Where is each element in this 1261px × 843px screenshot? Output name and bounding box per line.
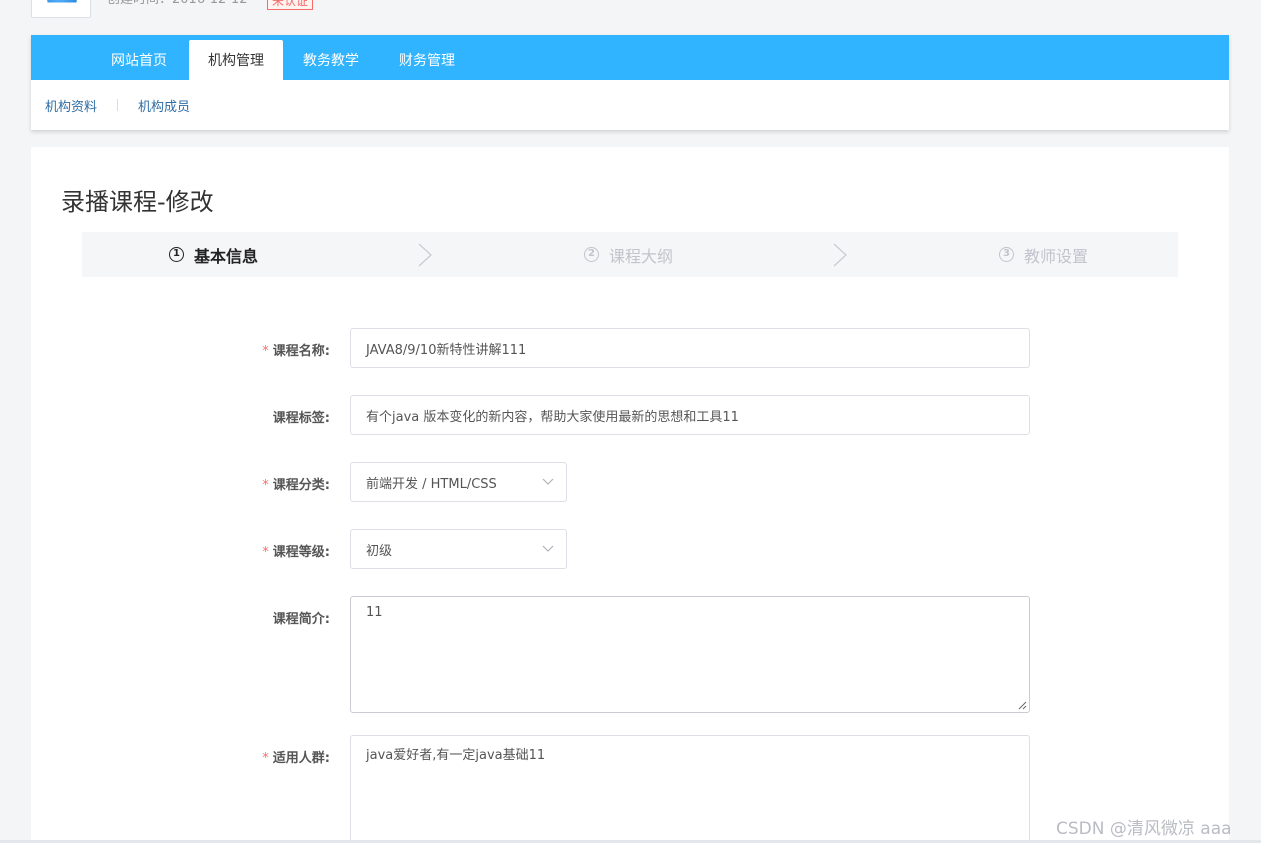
course-intro-label: 课程简介: bbox=[272, 612, 330, 627]
course-name-input[interactable]: JAVA8/9/10新特性讲解111 bbox=[350, 328, 1030, 368]
target-audience-label: * 适用人群: bbox=[31, 747, 330, 766]
label-text: 课程分类: bbox=[272, 478, 330, 493]
sub-nav-divider bbox=[117, 99, 119, 111]
step-teacher-settings[interactable]: 3 教师设置 bbox=[999, 232, 1088, 277]
sub-nav: 机构资料 机构成员 bbox=[31, 80, 1229, 130]
step-label: 课程大纲 bbox=[609, 246, 674, 266]
required-mark: * bbox=[262, 478, 269, 493]
required-mark: * bbox=[262, 344, 269, 359]
step-basic-info[interactable]: 1 基本信息 bbox=[169, 232, 258, 277]
chevron-right-icon bbox=[418, 243, 432, 267]
watermark: CSDN @清风微凉 aaa bbox=[1056, 819, 1232, 839]
nav-card: 网站首页 机构管理 教务教学 财务管理 机构资料 机构成员 bbox=[31, 35, 1229, 130]
tab-teaching[interactable]: 教务教学 bbox=[283, 40, 379, 80]
tab-org-management[interactable]: 机构管理 bbox=[189, 40, 283, 80]
chevron-down-icon bbox=[542, 545, 554, 552]
required-mark: * bbox=[262, 545, 269, 560]
main-panel: 录播课程-修改 1 基本信息 2 课程大纲 3 教师设置 * 课程名称: JAVA… bbox=[31, 147, 1229, 843]
course-intro-textarea[interactable]: 11 bbox=[350, 596, 1030, 713]
status-badge: 未认证 bbox=[267, 0, 314, 10]
step-number: 2 bbox=[584, 247, 599, 262]
step-number: 1 bbox=[169, 247, 184, 262]
org-logo-icon bbox=[47, 0, 77, 3]
course-category-label: * 课程分类: bbox=[31, 474, 330, 493]
main-nav: 网站首页 机构管理 教务教学 财务管理 bbox=[31, 35, 1229, 80]
created-time: 创建时间：2016-12-12 bbox=[107, 0, 248, 8]
textarea-value: 11 bbox=[366, 605, 383, 620]
target-audience-textarea[interactable]: java爱好者,有一定java基础11 bbox=[350, 735, 1030, 843]
resize-handle-icon[interactable] bbox=[1018, 701, 1027, 710]
selected-value: 前端开发 / HTML/CSS bbox=[366, 476, 497, 492]
page-title: 录播课程-修改 bbox=[61, 188, 214, 216]
step-indicator: 1 基本信息 2 课程大纲 3 教师设置 bbox=[82, 232, 1178, 277]
step-outline[interactable]: 2 课程大纲 bbox=[584, 232, 673, 277]
course-level-label: * 课程等级: bbox=[31, 541, 330, 560]
sub-nav-org-members[interactable]: 机构成员 bbox=[138, 96, 190, 115]
course-level-select[interactable]: 初级 bbox=[350, 529, 567, 569]
org-avatar bbox=[31, 0, 91, 18]
step-label: 基本信息 bbox=[194, 246, 259, 266]
course-tags-input[interactable]: 有个java 版本变化的新内容，帮助大家使用最新的思想和工具11 bbox=[350, 395, 1030, 435]
course-tags-label: 课程标签: bbox=[272, 411, 330, 426]
chevron-down-icon bbox=[542, 478, 554, 485]
sub-nav-org-profile[interactable]: 机构资料 bbox=[45, 96, 97, 115]
selected-value: 初级 bbox=[366, 543, 393, 559]
tab-finance[interactable]: 财务管理 bbox=[379, 40, 475, 80]
chevron-right-icon bbox=[833, 243, 847, 267]
course-category-select[interactable]: 前端开发 / HTML/CSS bbox=[350, 462, 567, 502]
step-label: 教师设置 bbox=[1024, 246, 1089, 266]
label-text: 课程名称: bbox=[272, 344, 330, 359]
label-text: 适用人群: bbox=[272, 751, 330, 766]
step-number: 3 bbox=[999, 247, 1014, 262]
label-text: 课程等级: bbox=[272, 545, 330, 560]
textarea-value: java爱好者,有一定java基础11 bbox=[366, 748, 546, 763]
course-name-label: * 课程名称: bbox=[31, 340, 330, 359]
required-mark: * bbox=[262, 751, 269, 766]
tab-home[interactable]: 网站首页 bbox=[92, 40, 189, 80]
